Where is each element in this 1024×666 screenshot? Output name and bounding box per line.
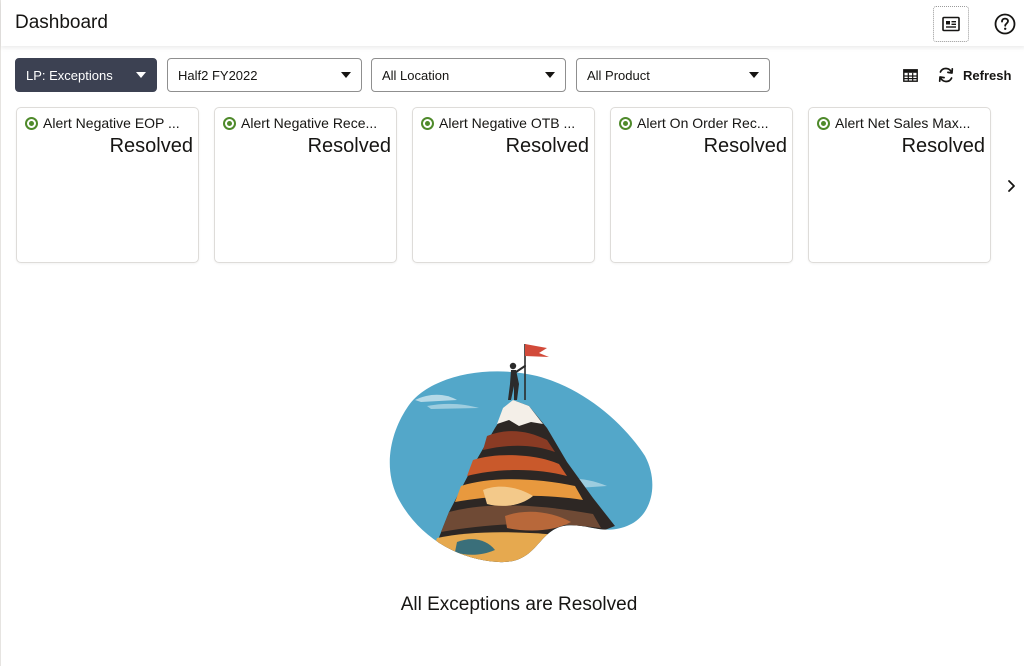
app-window: Dashboard LP: Exceptions Half2 FY2022 Al… bbox=[0, 0, 1024, 666]
refresh-icon bbox=[938, 67, 954, 83]
tile-name: Alert Negative OTB ... bbox=[439, 115, 576, 131]
refresh-button[interactable]: Refresh bbox=[937, 62, 1011, 88]
chevron-down-icon bbox=[136, 72, 146, 78]
tile-name: Alert Negative EOP ... bbox=[43, 115, 180, 131]
period-select[interactable]: Half2 FY2022 bbox=[167, 58, 362, 92]
location-select-value: All Location bbox=[382, 67, 450, 83]
tile-status: Resolved bbox=[505, 135, 589, 157]
details-card-icon bbox=[942, 16, 960, 32]
product-select[interactable]: All Product bbox=[576, 58, 770, 92]
next-tiles-button[interactable] bbox=[1004, 176, 1018, 196]
page-header: Dashboard bbox=[1, 0, 1024, 46]
help-button[interactable] bbox=[987, 6, 1023, 42]
tile-header: Alert Negative EOP ... bbox=[25, 115, 192, 131]
mountain-summit-illustration bbox=[387, 336, 653, 566]
details-button[interactable] bbox=[933, 6, 969, 42]
refresh-label: Refresh bbox=[963, 67, 1012, 83]
resolved-status-icon bbox=[619, 116, 632, 130]
dashboard-select-value: LP: Exceptions bbox=[26, 67, 113, 83]
page-title: Dashboard bbox=[15, 12, 108, 33]
chevron-right-icon bbox=[1008, 180, 1015, 192]
resolved-status-icon bbox=[25, 116, 38, 130]
exception-tile[interactable]: Alert Negative OTB ... Resolved bbox=[412, 107, 595, 263]
tile-name: Alert On Order Rec... bbox=[637, 115, 769, 131]
chevron-down-icon bbox=[341, 72, 351, 78]
filter-bar: LP: Exceptions Half2 FY2022 All Location… bbox=[1, 56, 1024, 96]
dashboard-select[interactable]: LP: Exceptions bbox=[15, 58, 157, 92]
table-view-button[interactable] bbox=[901, 66, 919, 84]
tile-status: Resolved bbox=[109, 135, 193, 157]
tile-name: Alert Net Sales Max... bbox=[835, 115, 971, 131]
product-select-value: All Product bbox=[587, 67, 650, 83]
table-grid-icon bbox=[902, 68, 918, 82]
tile-status: Resolved bbox=[703, 135, 787, 157]
tile-status: Resolved bbox=[307, 135, 391, 157]
tile-header: Alert Negative Rece... bbox=[223, 115, 390, 131]
period-select-value: Half2 FY2022 bbox=[178, 67, 258, 83]
chevron-down-icon bbox=[749, 72, 759, 78]
chevron-down-icon bbox=[545, 72, 555, 78]
empty-state-message: All Exceptions are Resolved bbox=[400, 594, 638, 615]
exception-tile[interactable]: Alert Negative Rece... Resolved bbox=[214, 107, 397, 263]
tile-header: Alert Negative OTB ... bbox=[421, 115, 588, 131]
exception-tile[interactable]: Alert On Order Rec... Resolved bbox=[610, 107, 793, 263]
tile-header: Alert On Order Rec... bbox=[619, 115, 786, 131]
location-select[interactable]: All Location bbox=[371, 58, 566, 92]
help-circle-icon bbox=[994, 13, 1016, 35]
resolved-status-icon bbox=[421, 116, 434, 130]
tile-header: Alert Net Sales Max... bbox=[817, 115, 984, 131]
exception-tiles: Alert Negative EOP ... Resolved Alert Ne… bbox=[16, 107, 996, 263]
tile-name: Alert Negative Rece... bbox=[241, 115, 378, 131]
resolved-status-icon bbox=[817, 116, 830, 130]
exception-tile[interactable]: Alert Net Sales Max... Resolved bbox=[808, 107, 991, 263]
exception-tile[interactable]: Alert Negative EOP ... Resolved bbox=[16, 107, 199, 263]
tile-status: Resolved bbox=[901, 135, 985, 157]
resolved-status-icon bbox=[223, 116, 236, 130]
